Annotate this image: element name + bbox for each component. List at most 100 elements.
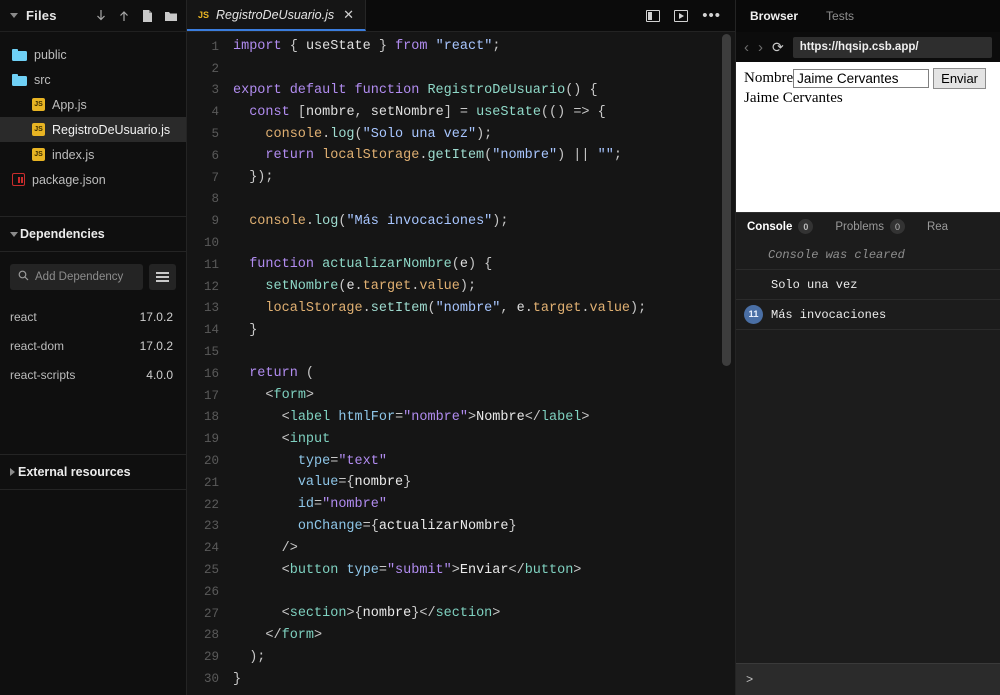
line-number: 19 [187, 432, 233, 446]
file-tree-item[interactable]: src [0, 67, 186, 92]
line-content: setNombre(e.target.value); [233, 279, 476, 294]
line-content: ); [233, 650, 265, 665]
download-icon[interactable] [95, 9, 107, 23]
console-tab-label: Console [747, 221, 792, 233]
line-content: console.log("Solo una vez"); [233, 127, 492, 142]
line-number: 25 [187, 563, 233, 577]
close-icon[interactable]: ✕ [343, 8, 354, 21]
external-resources-title: External resources [18, 465, 131, 479]
file-tree-item[interactable]: JSApp.js [0, 92, 186, 117]
line-number: 12 [187, 280, 233, 294]
file-tree-item[interactable]: JS index.js [0, 142, 186, 167]
line-content: <input [233, 432, 330, 447]
npm-file-icon [12, 173, 25, 186]
ide-window: Files publicsrcJSApp.jsJSRegistroDeUsuar… [0, 0, 1000, 695]
more-options-icon[interactable]: ••• [702, 12, 721, 20]
back-icon[interactable]: ‹ [744, 40, 749, 55]
code-line: 5 console.log("Solo una vez"); [187, 123, 735, 145]
console-tab-badge: 0 [798, 219, 813, 234]
add-dependency-input[interactable] [35, 271, 135, 283]
dependency-row[interactable]: react17.0.2 [0, 302, 186, 331]
line-content: value={nombre} [233, 475, 411, 490]
code-line: 27 <section>{nombre}</section> [187, 603, 735, 625]
console-message: Más invocaciones [771, 308, 886, 322]
line-content: function actualizarNombre(e) { [233, 257, 492, 272]
editor-pane: JS RegistroDeUsuario.js ✕ ••• 1import { … [187, 0, 735, 695]
line-content: } [233, 323, 257, 338]
line-number: 14 [187, 323, 233, 337]
console-tab[interactable]: Problems0 [824, 219, 916, 234]
line-content: /> [233, 541, 298, 556]
preview-submit-button[interactable]: Enviar [933, 68, 986, 89]
preview-name-input[interactable] [793, 69, 929, 88]
tab-registrodeusuario[interactable]: JS RegistroDeUsuario.js ✕ [187, 0, 366, 31]
console-tab[interactable]: Rea [916, 221, 959, 233]
add-dependency-field[interactable] [10, 264, 143, 290]
js-file-icon: JS [32, 98, 45, 111]
line-content: id="nombre" [233, 497, 387, 512]
chevron-down-icon[interactable] [10, 13, 18, 18]
new-folder-icon[interactable] [164, 9, 178, 23]
line-content: export default function RegistroDeUsuari… [233, 83, 598, 98]
console-tab[interactable]: Console 0 [736, 219, 824, 234]
dependency-version: 4.0.0 [146, 368, 173, 382]
console-message: Solo una vez [771, 278, 857, 292]
line-content: localStorage.setItem("nombre", e.target.… [233, 301, 646, 316]
new-file-icon[interactable] [141, 9, 153, 23]
code-line: 12 setNombre(e.target.value); [187, 276, 735, 298]
code-line: 14 } [187, 319, 735, 341]
line-number: 4 [187, 105, 233, 119]
preview-tab[interactable]: Tests [812, 0, 868, 32]
js-file-icon: JS [32, 148, 45, 161]
console-tab-label: Rea [927, 221, 948, 233]
url-field[interactable]: https://hqsip.csb.app/ [793, 37, 992, 58]
file-tree-item[interactable]: package.json [0, 167, 186, 192]
console-repeat-badge: 11 [744, 305, 763, 324]
editor-vertical-scrollbar[interactable] [722, 34, 731, 366]
line-number: 30 [187, 672, 233, 686]
file-tree-item[interactable]: JSRegistroDeUsuario.js [0, 117, 186, 142]
line-number: 20 [187, 454, 233, 468]
split-pane-icon[interactable] [646, 10, 660, 22]
upload-icon[interactable] [118, 9, 130, 23]
dependencies-header[interactable]: Dependencies [0, 216, 186, 252]
line-number: 10 [187, 236, 233, 250]
forward-icon[interactable]: › [758, 40, 763, 55]
external-resources-header[interactable]: External resources [0, 454, 186, 490]
console-input[interactable] [761, 673, 990, 687]
file-tree-item[interactable]: public [0, 42, 186, 67]
dependency-menu-button[interactable] [149, 264, 176, 290]
preview-tab[interactable]: Browser [736, 0, 812, 32]
file-label: src [34, 73, 51, 87]
line-content: onChange={actualizarNombre} [233, 519, 517, 534]
line-number: 9 [187, 214, 233, 228]
reload-icon[interactable]: ⟳ [772, 40, 784, 54]
dependency-version: 17.0.2 [140, 310, 173, 324]
line-number: 27 [187, 607, 233, 621]
js-file-icon: JS [198, 10, 209, 20]
file-label: index.js [52, 148, 94, 162]
line-number: 3 [187, 83, 233, 97]
dependency-search-row [0, 252, 186, 298]
console-input-row[interactable]: > [736, 663, 1000, 695]
code-line: 15 [187, 341, 735, 363]
line-number: 7 [187, 171, 233, 185]
preview-icon[interactable] [674, 10, 688, 22]
line-number: 15 [187, 345, 233, 359]
code-line: 11 function actualizarNombre(e) { [187, 254, 735, 276]
line-number: 24 [187, 541, 233, 555]
line-number: 28 [187, 628, 233, 642]
preview-name-label: Nombre [744, 70, 793, 87]
dependency-row[interactable]: react-dom17.0.2 [0, 331, 186, 360]
line-content: const [nombre, setNombre] = useState(() … [233, 105, 606, 120]
line-number: 16 [187, 367, 233, 381]
line-number: 18 [187, 410, 233, 424]
dependency-row[interactable]: react-scripts4.0.0 [0, 360, 186, 389]
file-label: RegistroDeUsuario.js [52, 123, 170, 137]
console-prompt-icon: > [746, 673, 753, 687]
preview-section-output: Jaime Cervantes [744, 90, 992, 107]
code-line: 26 [187, 581, 735, 603]
code-line: 17 <form> [187, 385, 735, 407]
code-area[interactable]: 1import { useState } from "react";23expo… [187, 32, 735, 695]
line-number: 13 [187, 301, 233, 315]
